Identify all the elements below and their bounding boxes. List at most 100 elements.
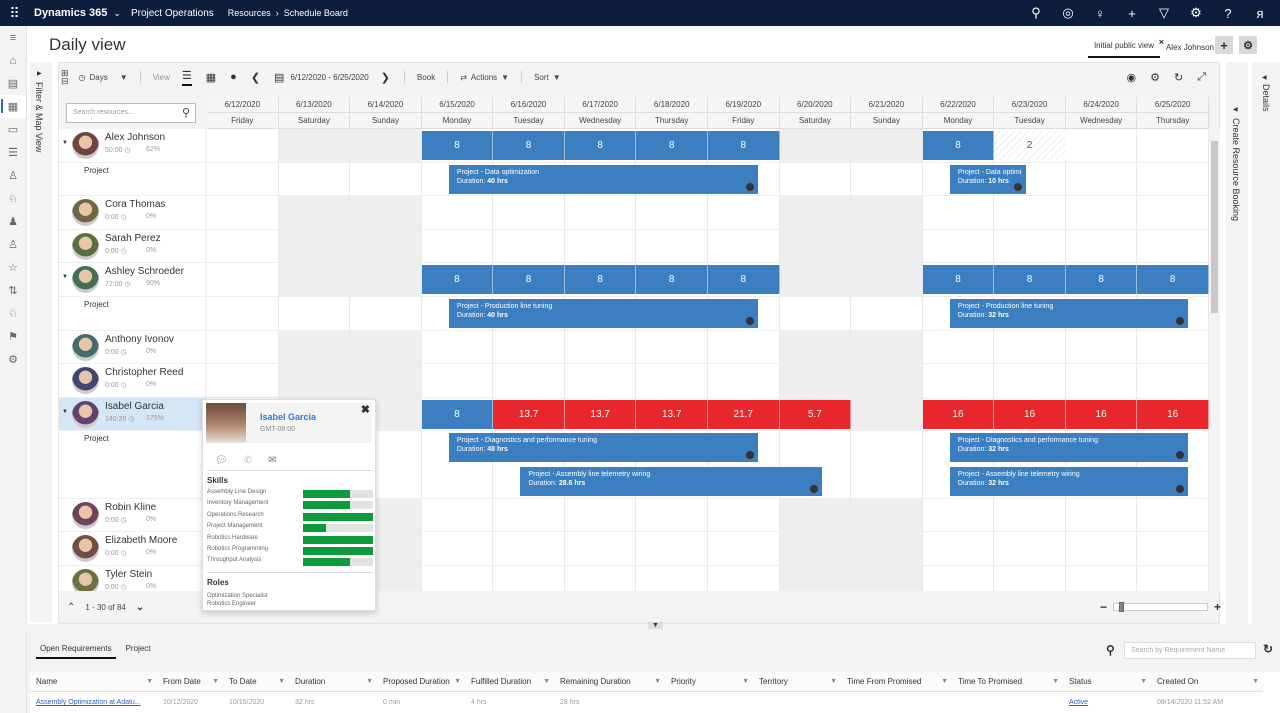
zoom-out-icon[interactable]: −	[1100, 600, 1107, 614]
refresh-icon[interactable]: ↻	[1263, 642, 1273, 656]
grid-cell[interactable]	[565, 565, 637, 591]
sort-dropdown[interactable]: Sort ▼	[534, 73, 561, 82]
grid-cell[interactable]	[350, 129, 422, 163]
table-cell[interactable]: Active	[1063, 694, 1151, 712]
eye-icon[interactable]: ◉	[1126, 71, 1136, 84]
grid-cell[interactable]	[207, 162, 279, 197]
resource-row[interactable]: Sarah Perez 0:00 ◷ 0%	[59, 230, 205, 264]
grid-cell[interactable]	[1137, 498, 1209, 533]
list-icon[interactable]: ☰	[0, 141, 26, 164]
grid-cell[interactable]	[207, 330, 279, 365]
breadcrumb-schedule-board[interactable]: Schedule Board	[284, 8, 348, 18]
grid-cell[interactable]	[779, 263, 852, 297]
grid-cell[interactable]	[421, 498, 494, 533]
expand-toggle-icon[interactable]: ▼	[62, 274, 68, 280]
grid-cell[interactable]	[1065, 498, 1138, 533]
grid-cell[interactable]	[1065, 162, 1138, 197]
grid-cell[interactable]	[564, 330, 637, 365]
grid-cell[interactable]	[207, 297, 279, 331]
capacity-cell[interactable]: 8	[421, 399, 494, 429]
grid-cell[interactable]	[421, 196, 494, 230]
resource-name[interactable]: Alex Johnson	[105, 132, 165, 143]
booking-block[interactable]: Project - Data optimization Duration: 40 …	[448, 164, 759, 194]
capacity-cell[interactable]: 16	[922, 399, 995, 429]
star-icon[interactable]: ☆	[0, 256, 26, 279]
tab-project[interactable]: Project	[122, 644, 155, 659]
table-cell[interactable]: Assembly Optimization at Adatu...	[30, 694, 157, 712]
capacity-cell[interactable]: 21.7	[707, 399, 780, 429]
board-settings-icon[interactable]: ⚙	[1150, 71, 1160, 84]
grid-cell[interactable]	[636, 364, 708, 398]
grid-cell[interactable]	[923, 565, 995, 591]
schedule-board-icon[interactable]: ▦	[0, 95, 26, 118]
grid-cell[interactable]	[421, 229, 494, 264]
grid-cell[interactable]	[922, 196, 995, 230]
capacity-cell[interactable]: 16	[994, 399, 1066, 429]
search-icon[interactable]: ⚲	[1020, 5, 1052, 21]
zoom-slider[interactable]	[1113, 602, 1209, 612]
capacity-cell[interactable]: 8	[421, 265, 494, 295]
column-header[interactable]: Name ▼	[30, 672, 157, 692]
grid-cell[interactable]	[564, 196, 637, 230]
resource-name[interactable]: Christopher Reed	[105, 367, 183, 378]
expand-icon[interactable]: ▶	[37, 70, 42, 77]
booking-block[interactable]: Project - Production line tuning Duration…	[949, 299, 1188, 328]
calendar-icon[interactable]: ▤	[274, 71, 284, 84]
scrollbar-thumb[interactable]	[1211, 141, 1218, 313]
grid-cell[interactable]	[851, 330, 923, 365]
grid-cell[interactable]	[994, 364, 1066, 398]
grid-cell[interactable]	[922, 364, 995, 398]
phone-icon[interactable]: ✆	[244, 455, 252, 466]
group-icon[interactable]: ♘	[0, 187, 26, 210]
resource-row[interactable]: ▼ Alex Johnson 50:00 ◷ 62%	[59, 129, 205, 163]
grid-cell[interactable]	[564, 532, 637, 566]
grid-cell[interactable]	[278, 129, 351, 163]
column-header[interactable]: Proposed Duration ▼	[377, 672, 465, 692]
grid-cell[interactable]	[779, 330, 852, 365]
details-panel[interactable]: ◀ Details	[1252, 62, 1280, 624]
grid-cell[interactable]	[994, 229, 1066, 264]
grid-cell[interactable]	[1065, 532, 1138, 566]
grid-cell[interactable]	[707, 532, 780, 566]
grid-cell[interactable]	[851, 263, 923, 297]
chat-icon[interactable]: 💬︎	[215, 455, 228, 466]
grid-cell[interactable]	[493, 196, 565, 230]
grid-cell[interactable]	[421, 364, 494, 398]
grid-cell[interactable]	[350, 229, 422, 264]
column-filter-icon[interactable]: ▼	[1252, 672, 1259, 692]
grid-cell[interactable]	[922, 498, 995, 533]
grid-cell[interactable]	[350, 297, 422, 331]
grid-cell[interactable]	[851, 129, 923, 163]
grid-cell[interactable]	[707, 330, 780, 365]
chevron-down-icon[interactable]: ⌄	[113, 8, 121, 19]
collapse-icon[interactable]: ◀	[1262, 74, 1267, 81]
date-range[interactable]: 6/12/2020 - 6/25/2020	[290, 73, 368, 82]
tab-open-requirements[interactable]: Open Requirements	[36, 644, 116, 659]
booking-block[interactable]: Project - Assembly line telemetry wiring…	[520, 467, 823, 496]
column-header[interactable]: Time From Promised ▼	[841, 672, 952, 692]
tab-alex-johnson[interactable]: Alex Johnson	[1160, 43, 1220, 58]
booking-block[interactable]: Project - Production line tuning Duration…	[448, 299, 759, 328]
grid-cell[interactable]	[994, 498, 1066, 533]
previous-icon[interactable]: ❮	[251, 71, 260, 84]
filter-icon[interactable]: ▽	[1148, 5, 1180, 21]
capacity-cell[interactable]: 16	[1065, 399, 1138, 429]
grid-cell[interactable]	[994, 565, 1066, 591]
column-filter-icon[interactable]: ▼	[742, 672, 749, 692]
capacity-cell[interactable]: 8	[564, 131, 637, 160]
capacity-cell[interactable]: 8	[421, 131, 494, 160]
grid-cell[interactable]	[1137, 162, 1209, 197]
resource-name[interactable]: Tyler Stein	[105, 569, 152, 580]
grid-cell[interactable]	[207, 129, 279, 163]
grid-cell[interactable]	[1066, 565, 1138, 591]
column-filter-icon[interactable]: ▼	[1140, 672, 1147, 692]
flag-icon[interactable]: ⚑	[0, 325, 26, 348]
grid-cell[interactable]	[1065, 129, 1138, 163]
grid-cell[interactable]	[707, 364, 780, 398]
resource-row[interactable]: Christopher Reed 0:00 ◷ 0%	[59, 364, 205, 398]
grid-cell[interactable]	[564, 229, 637, 264]
column-filter-icon[interactable]: ▼	[146, 672, 153, 692]
grid-cell[interactable]	[278, 364, 351, 398]
grid-cell[interactable]	[636, 532, 708, 566]
resource-row[interactable]: ▼ Isabel Garcia 140:35 ◷ 175%	[59, 397, 205, 432]
